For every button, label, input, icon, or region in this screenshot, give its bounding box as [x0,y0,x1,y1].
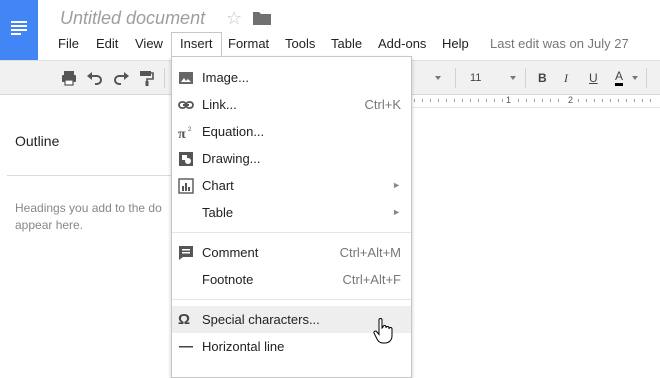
underline-button[interactable]: U [589,69,598,87]
menu-table[interactable]: Table [323,33,370,55]
menu-item-label: Table [202,205,234,220]
menu-separator [172,299,411,300]
insert-comment-item[interactable]: Comment Ctrl+Alt+M [172,239,411,266]
menu-format[interactable]: Format [220,33,277,55]
document-title[interactable]: Untitled document [60,8,205,29]
chart-icon [178,178,194,194]
submenu-arrow-icon: ► [392,207,401,217]
outline-hint-line: Headings you add to the do [15,201,162,215]
submenu-arrow-icon: ► [392,180,401,190]
folder-icon[interactable] [253,11,271,25]
omega-icon: Ω [178,311,191,328]
menu-tools[interactable]: Tools [277,33,323,55]
text-color-caret[interactable] [632,76,638,80]
svg-text:π: π [178,127,186,140]
italic-button[interactable]: I [564,69,568,87]
ruler[interactable]: 1 2 [410,95,660,108]
menu-separator [172,232,411,233]
svg-text:2: 2 [188,127,192,133]
insert-link-item[interactable]: Link... Ctrl+K [172,91,411,118]
menu-item-shortcut: Ctrl+Alt+M [339,245,401,260]
menu-item-label: Chart [202,178,234,193]
link-icon [178,101,194,109]
toolbar-separator [525,68,526,88]
menu-item-label: Drawing... [202,151,261,166]
star-icon[interactable]: ☆ [226,8,242,28]
toolbar-separator [646,68,647,88]
insert-footnote-item[interactable]: Footnote Ctrl+Alt+F [172,266,411,293]
toolbar-separator [164,68,165,88]
menu-item-label: Equation... [202,124,265,139]
pi-icon: π 2 [178,127,192,140]
menu-add-ons[interactable]: Add-ons [370,33,434,55]
menu-item-label: Horizontal line [202,339,285,354]
menu-item-label: Link... [202,97,237,112]
toolbar-separator [455,68,456,88]
ruler-label: 2 [568,95,574,105]
insert-equation-item[interactable]: π 2 Equation... [172,118,411,145]
menu-item-label: Image... [202,70,249,85]
menu-item-label: Comment [202,245,259,260]
menu-item-shortcut: Ctrl+Alt+F [342,272,401,287]
font-dropdown-caret[interactable] [435,76,441,80]
outline-hint: Headings you add to the do appear here. [15,200,175,234]
ruler-label: 1 [506,95,512,105]
menu-file[interactable]: File [50,33,87,55]
last-edit-status[interactable]: Last edit was on July 27 [490,36,629,51]
docs-sheet-icon [11,21,27,35]
horizontal-line-icon [179,346,193,348]
paint-format-icon[interactable] [138,69,156,87]
image-icon [179,72,193,84]
insert-drawing-item[interactable]: Drawing... [172,145,411,172]
bold-button[interactable]: B [538,69,547,87]
text-color-button[interactable]: A [615,69,624,86]
insert-image-item[interactable]: Image... [172,64,411,91]
comment-icon [179,246,193,260]
outline-hint-line: appear here. [15,218,84,232]
menu-help[interactable]: Help [434,33,477,55]
menu-edit[interactable]: Edit [88,33,126,55]
insert-table-item[interactable]: Table ► [172,199,411,226]
menu-insert[interactable]: Insert [171,32,222,56]
font-size-value[interactable]: 11 [470,69,481,87]
menu-item-label: Special characters... [202,312,320,327]
hand-cursor-icon [373,318,393,344]
undo-icon[interactable] [86,69,104,87]
drawing-icon [179,152,193,166]
menu-item-shortcut: Ctrl+K [364,97,401,112]
print-icon[interactable] [60,69,78,87]
insert-chart-item[interactable]: Chart ► [172,172,411,199]
menu-item-label: Footnote [202,272,254,287]
redo-icon[interactable] [112,69,130,87]
menu-view[interactable]: View [127,33,171,55]
font-size-caret[interactable] [510,76,516,80]
outline-divider [7,175,175,176]
docs-logo[interactable] [0,0,38,60]
outline-title: Outline [15,133,60,149]
